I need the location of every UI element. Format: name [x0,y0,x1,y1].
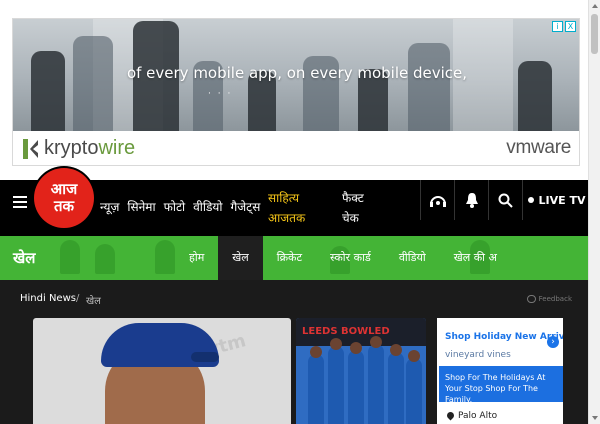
scroll-down-icon[interactable] [592,416,598,420]
feedback-label: Feedback [538,295,572,303]
site-header: आज तक न्यूज़ सिनेमा फोटो वीडियो गैजेट्स … [0,168,590,236]
aajtak-logo[interactable]: आज तक [34,168,94,228]
side-ad-title[interactable]: Shop Holiday New Arrivals [445,332,563,342]
tab-cricket[interactable]: क्रिकेट [263,236,316,280]
story-card-player[interactable]: paytm [33,318,291,424]
ad-decoration: · · · [208,89,233,99]
feedback-icon [526,295,536,303]
podcast-icon[interactable] [420,180,454,220]
nav-video[interactable]: वीडियो [193,198,222,215]
logo-line-1: आज [50,180,78,198]
section-bar: खेल होम खेल क्रिकेट स्कोर कार्ड वीडियो ख… [0,236,588,280]
nav-fact-line-1: फैक्ट [342,191,364,205]
nav-fact-check[interactable]: फैक्ट चेक [342,188,364,228]
tab-video[interactable]: वीडियो [385,236,440,280]
nav-sahitya-line-1: साहित्य [268,191,300,205]
ad-brand-part-a: kr [44,137,61,159]
nav-sahitya-line-2: आजतक [268,211,306,225]
live-dot-icon [527,197,534,203]
live-tv-label: LIVE TV [538,193,586,207]
main-nav: न्यूज़ सिनेमा फोटो वीडियो गैजेट्स [100,198,260,215]
ad-brand-strip: kr ypto wire vmware [13,131,579,165]
breadcrumb-home-link[interactable]: Hindi News [20,293,76,304]
tab-khel[interactable]: खेल [218,236,263,280]
ad-banner[interactable]: of every mobile app, on every mobile dev… [12,18,580,166]
side-ad-location[interactable]: Palo Alto [439,402,563,424]
ad-info-icon[interactable]: i [552,21,563,32]
tab-home[interactable]: होम [175,236,218,280]
nav-sahitya-aajtak[interactable]: साहित्य आजतक [268,188,305,228]
section-tabs: होम खेल क्रिकेट स्कोर कार्ड वीडियो खेल क… [175,236,511,280]
ad-vmware-logo: vmware [506,137,571,158]
nav-fact-line-2: चेक [342,211,359,225]
page: of every mobile app, on every mobile dev… [0,0,600,424]
side-ad-arrow-icon[interactable]: › [547,336,559,348]
ad-headline: of every mobile app, on every mobile dev… [126,64,468,82]
logo-line-2: तक [53,197,75,215]
live-tv-button[interactable]: LIVE TV [522,180,590,220]
side-ad-location-label: Palo Alto [458,410,498,421]
nav-cinema[interactable]: सिनेमा [127,198,155,215]
ad-brand-part-b: ypto [60,137,99,159]
adchoices[interactable]: i X [552,21,576,32]
stadium-banner: LEEDS BOWLED [296,318,426,346]
feedback-button[interactable]: Feedback [526,295,572,303]
scroll-up-icon[interactable] [592,4,598,8]
side-ad[interactable]: Shop Holiday New Arrivals › vineyard vin… [437,318,563,424]
nav-gadgets[interactable]: गैजेट्स [231,198,261,215]
story-card-team[interactable]: LEEDS BOWLED [296,318,426,424]
tab-scorecard[interactable]: स्कोर कार्ड [316,236,385,280]
tab-khel-ki[interactable]: खेल की अ [440,236,511,280]
scrollbar[interactable] [588,0,600,424]
scroll-thumb[interactable] [591,14,598,54]
menu-icon[interactable] [13,196,27,208]
bell-icon[interactable] [454,180,488,220]
search-icon[interactable] [488,180,522,220]
location-pin-icon [445,410,456,421]
ad-brand-logo: kr ypto wire [23,137,135,160]
kryptowire-logo-icon [23,138,38,159]
nav-photo[interactable]: फोटो [164,198,186,215]
side-ad-subtitle: vineyard vines [445,350,511,360]
ad-brand-part-c: wire [98,137,136,159]
breadcrumb-separator: / [76,293,80,304]
nav-news[interactable]: न्यूज़ [100,198,119,215]
section-title: खेल [13,249,36,267]
breadcrumb: Hindi News / खेल Feedback [0,280,588,318]
breadcrumb-current: खेल [86,296,101,307]
header-actions: LIVE TV [420,180,590,220]
ad-close-icon[interactable]: X [565,21,576,32]
